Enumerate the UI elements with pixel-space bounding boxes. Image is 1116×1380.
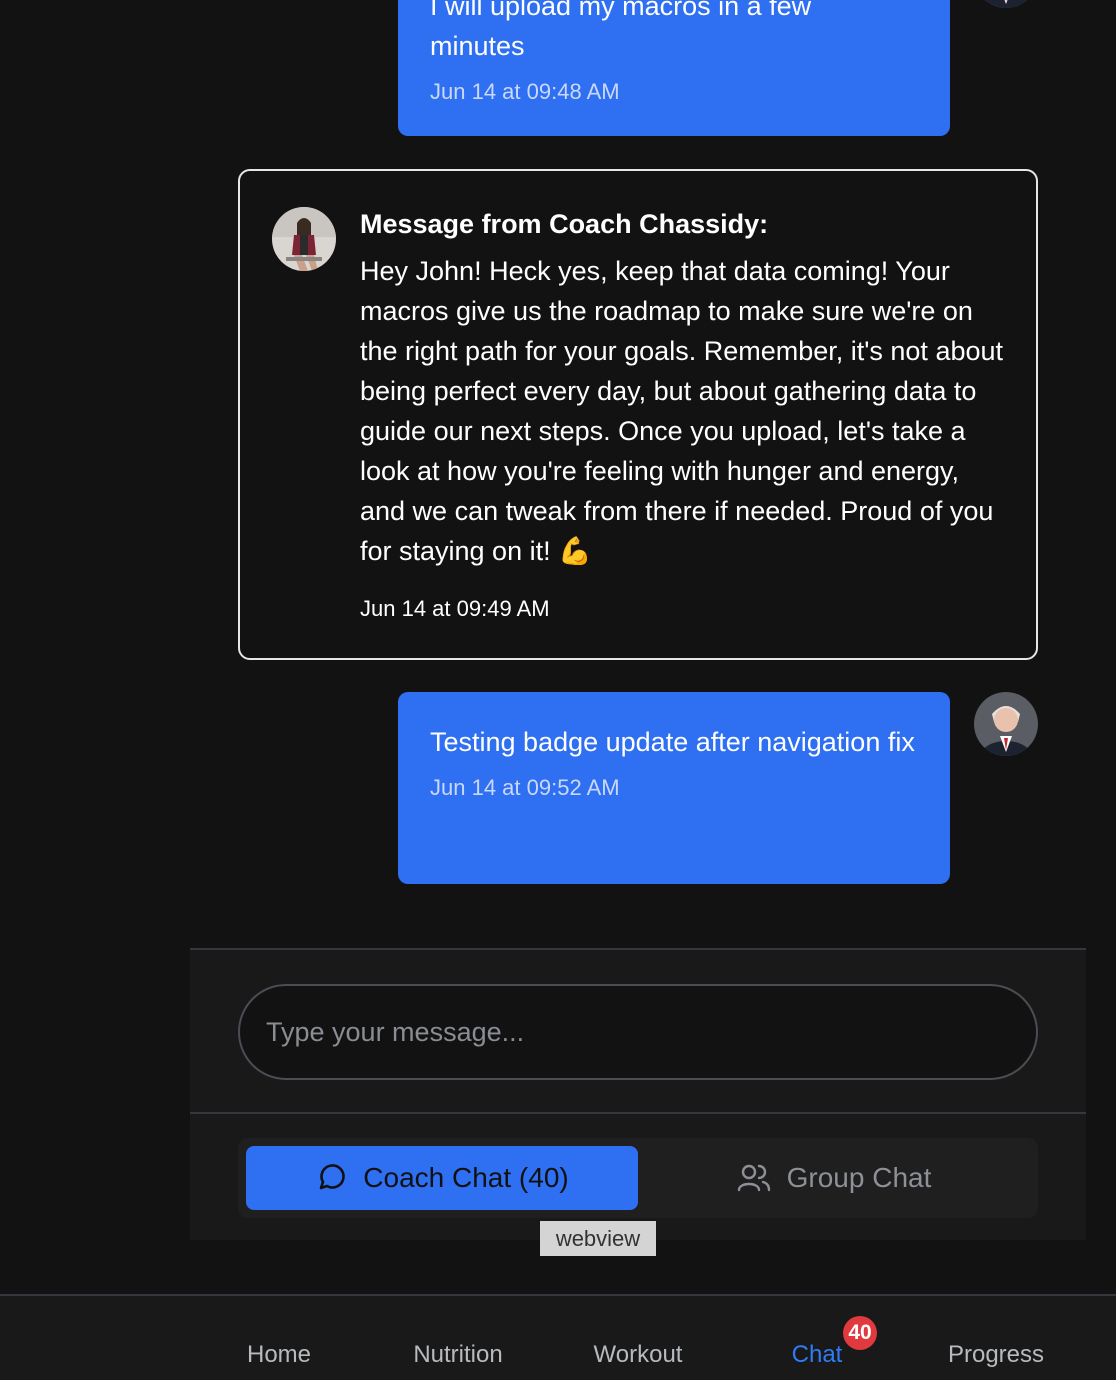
chat-composer: Coach Chat (40) Group Chat [190, 948, 1086, 1240]
coach-message-timestamp: Jun 14 at 09:49 AM [360, 596, 550, 621]
coach-avatar [272, 207, 336, 271]
nav-item-chat[interactable]: Chat [792, 1340, 843, 1370]
message-timestamp: Jun 14 at 09:52 AM [430, 775, 620, 800]
chat-tabs: Coach Chat (40) Group Chat [238, 1138, 1038, 1218]
composer-divider [190, 1112, 1086, 1114]
chat-screen: I will upload my macros in a few minutes … [0, 0, 1116, 1380]
user-message-bubble: Testing badge update after navigation fi… [398, 692, 950, 884]
message-text-line-1: I will upload my macros in a few [430, 0, 812, 21]
user-message-bubble: I will upload my macros in a few minutes … [398, 0, 950, 136]
nav-item-workout[interactable]: Workout [594, 1340, 683, 1370]
user-avatar [974, 0, 1038, 8]
message-timestamp: Jun 14 at 09:48 AM [430, 79, 620, 104]
user-avatar [974, 692, 1038, 756]
webview-label: webview [540, 1221, 656, 1256]
coach-message-title: Message from Coach Chassidy: [360, 209, 769, 239]
nav-item-home[interactable]: Home [247, 1340, 311, 1370]
nav-item-progress[interactable]: Progress [948, 1340, 1044, 1370]
coach-message-text: Hey John! Heck yes, keep that data comin… [360, 256, 1004, 566]
coach-message-card: Message from Coach Chassidy: Hey John! H… [238, 169, 1038, 660]
tab-coach-chat-label: Coach Chat (40) [363, 1162, 569, 1193]
tab-coach-chat[interactable]: Coach Chat (40) [246, 1146, 638, 1210]
message-text-line-2: minutes [430, 31, 525, 61]
chat-bubble-icon [315, 1162, 347, 1194]
chat-unread-badge: 40 [843, 1316, 877, 1350]
bottom-nav: Home Nutrition Workout Chat Progress [0, 1294, 1116, 1380]
tab-group-chat[interactable]: Group Chat [638, 1146, 1030, 1210]
users-icon [737, 1162, 771, 1194]
message-input-wrapper [238, 984, 1038, 1080]
tab-group-chat-label: Group Chat [786, 1162, 932, 1193]
message-text: Testing badge update after navigation fi… [430, 727, 915, 757]
message-input[interactable] [240, 986, 1036, 1078]
nav-item-nutrition[interactable]: Nutrition [413, 1340, 502, 1370]
message-text: I will upload my macros in a few minutes [430, 0, 918, 66]
